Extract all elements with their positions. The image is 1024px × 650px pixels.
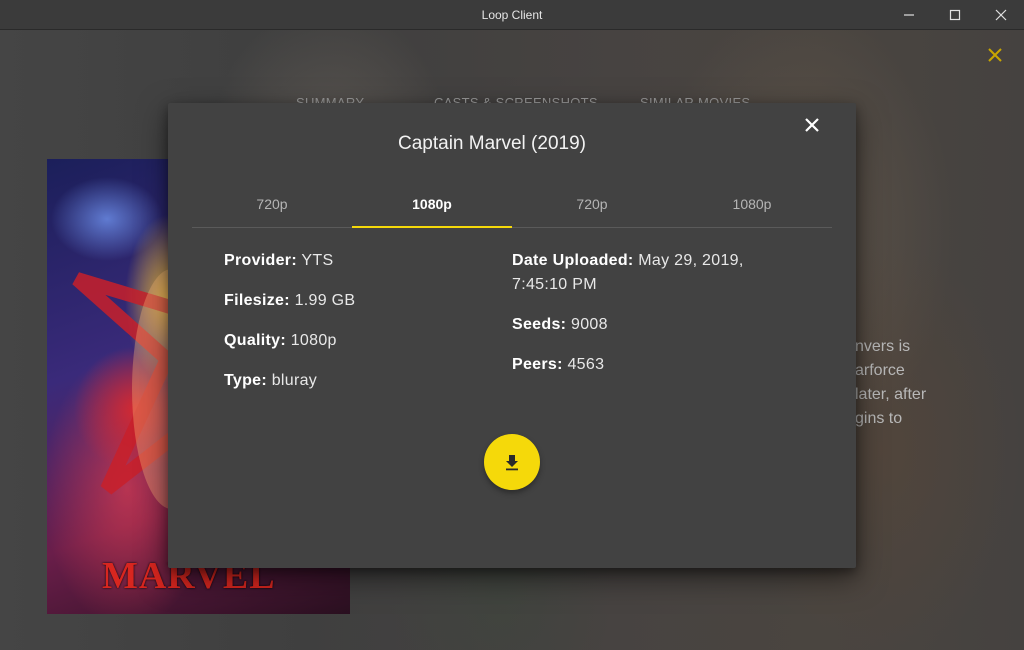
download-button[interactable] — [484, 434, 540, 490]
provider-row: Provider: YTS — [224, 249, 484, 273]
quality-value: 1080p — [290, 332, 337, 349]
movie-description: nvers is arforce later, after gins to — [855, 335, 1015, 431]
type-value: bluray — [271, 372, 318, 389]
field-label: Type: — [224, 372, 267, 389]
field-label: Seeds: — [512, 316, 567, 333]
maximize-button[interactable] — [932, 0, 978, 30]
minimize-button[interactable] — [886, 0, 932, 30]
close-icon — [995, 9, 1007, 21]
torrent-dialog: Captain Marvel (2019) 720p 1080p 720p 10… — [168, 103, 856, 568]
field-label: Filesize: — [224, 292, 290, 309]
description-line: arforce — [855, 362, 905, 379]
window-title: Loop Client — [481, 7, 543, 22]
detail-close-button[interactable] — [984, 44, 1006, 66]
close-icon — [805, 118, 819, 132]
peers-row: Peers: 4563 — [512, 353, 772, 377]
tab-720p[interactable]: 720p — [512, 181, 672, 227]
dialog-close-button[interactable] — [800, 113, 824, 137]
window-close-button[interactable] — [978, 0, 1024, 30]
field-label: Provider: — [224, 252, 297, 269]
details-left: Provider: YTS Filesize: 1.99 GB Quality:… — [224, 249, 484, 409]
filesize-row: Filesize: 1.99 GB — [224, 289, 484, 313]
description-line: gins to — [855, 410, 903, 427]
details-right: Date Uploaded: May 29, 2019, 7:45:10 PM … — [512, 249, 772, 393]
date-uploaded-row: Date Uploaded: May 29, 2019, 7:45:10 PM — [512, 249, 772, 297]
close-icon — [988, 48, 1002, 62]
field-label: Date Uploaded: — [512, 252, 634, 269]
quality-tabs: 720p 1080p 720p 1080p — [192, 181, 832, 228]
seeds-value: 9008 — [571, 316, 608, 333]
description-line: nvers is — [855, 338, 911, 355]
description-line: later, after — [855, 386, 927, 403]
minimize-icon — [904, 14, 914, 16]
filesize-value: 1.99 GB — [294, 292, 356, 309]
field-label: Peers: — [512, 356, 563, 373]
peers-value: 4563 — [567, 356, 605, 373]
tab-720p[interactable]: 720p — [192, 181, 352, 227]
window-controls — [886, 0, 1024, 30]
seeds-row: Seeds: 9008 — [512, 313, 772, 337]
maximize-icon — [949, 9, 961, 21]
title-bar: Loop Client — [0, 0, 1024, 30]
provider-value: YTS — [301, 252, 334, 269]
field-label: Quality: — [224, 332, 286, 349]
type-row: Type: bluray — [224, 369, 484, 393]
tab-1080p[interactable]: 1080p — [352, 181, 512, 228]
quality-row: Quality: 1080p — [224, 329, 484, 353]
dialog-title: Captain Marvel (2019) — [398, 133, 586, 154]
tab-1080p[interactable]: 1080p — [672, 181, 832, 227]
download-icon — [506, 455, 518, 471]
